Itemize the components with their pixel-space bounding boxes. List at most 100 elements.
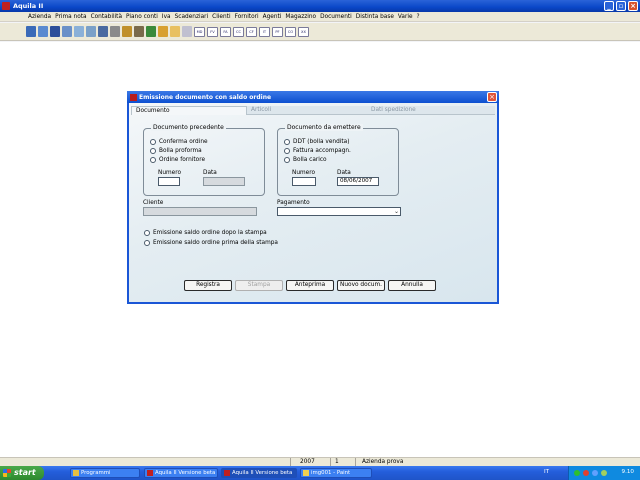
toolbar-cc-icon[interactable]: CC bbox=[233, 26, 244, 37]
clock: 9.10 bbox=[621, 469, 634, 475]
task-paint[interactable]: img001 - Paint bbox=[300, 468, 372, 478]
security-icon[interactable] bbox=[583, 470, 589, 476]
tab-dati-spedizione[interactable]: Dati spedizione bbox=[367, 106, 495, 115]
stampa-button: Stampa bbox=[235, 280, 283, 291]
prev-data-label: Data bbox=[203, 170, 217, 176]
toolbar-fv-icon[interactable]: FV bbox=[207, 26, 218, 37]
chevron-down-icon[interactable]: ⌄ bbox=[394, 208, 399, 215]
toolbar-fa-icon[interactable]: FA bbox=[220, 26, 231, 37]
task-programmi[interactable]: Programmi bbox=[70, 468, 140, 478]
emit-numero-input[interactable] bbox=[292, 177, 316, 186]
computer-icon[interactable] bbox=[26, 26, 36, 37]
tab-articoli[interactable]: Articoli bbox=[247, 106, 367, 115]
toolbar-co-icon[interactable]: CO bbox=[285, 26, 296, 37]
nuovo-documento-button[interactable]: Nuovo docum. bbox=[337, 280, 385, 291]
toolbar: MD FV FA CC CF IT PF CO XX bbox=[0, 23, 640, 41]
emit-data-input[interactable]: 08/06/2007 bbox=[337, 177, 379, 186]
menu-help[interactable]: ? bbox=[417, 14, 420, 20]
tag-icon[interactable] bbox=[134, 26, 144, 37]
dialog-close-button[interactable]: × bbox=[487, 92, 497, 102]
anteprima-button[interactable]: Anteprima bbox=[286, 280, 334, 291]
close-button[interactable]: × bbox=[628, 1, 638, 11]
toolbar-md-icon[interactable]: MD bbox=[194, 26, 205, 37]
dialog-body: Documento Articoli Dati spedizione Docum… bbox=[129, 103, 497, 302]
emit-document-label: Documento da emettere bbox=[285, 124, 363, 131]
task-aquila-2[interactable]: Aquila II Versione beta bbox=[221, 468, 297, 478]
package-icon[interactable] bbox=[170, 26, 180, 37]
emit-data-label: Data bbox=[337, 170, 351, 176]
folder-icon bbox=[73, 470, 79, 476]
menu-varie[interactable]: Varie bbox=[398, 14, 413, 20]
tab-bar: Documento Articoli Dati spedizione bbox=[131, 106, 495, 115]
start-button[interactable]: start bbox=[0, 466, 44, 480]
annulla-button[interactable]: Annulla bbox=[388, 280, 436, 291]
minimize-button[interactable]: _ bbox=[604, 1, 614, 11]
toolbar-cf-icon[interactable]: CF bbox=[246, 26, 257, 37]
menu-azienda[interactable]: Azienda bbox=[28, 14, 51, 20]
table-icon[interactable] bbox=[86, 26, 96, 37]
toolbar-it-icon[interactable]: IT bbox=[259, 26, 270, 37]
radio-ordine-fornitore[interactable]: Ordine fornitore bbox=[150, 157, 205, 163]
tab-documento[interactable]: Documento bbox=[131, 106, 247, 115]
windows-icon[interactable] bbox=[38, 26, 48, 37]
toolbar-pf-icon[interactable]: PF bbox=[272, 26, 283, 37]
radio-emissione-dopo-stampa[interactable]: Emissione saldo ordine dopo la stampa bbox=[144, 230, 267, 236]
windows-logo-icon bbox=[3, 469, 11, 477]
task-aquila-1[interactable]: Aquila II Versione beta bbox=[144, 468, 218, 478]
app-title: Aquila II bbox=[13, 2, 44, 10]
system-tray: 9.10 bbox=[568, 466, 640, 480]
edit-icon[interactable] bbox=[74, 26, 84, 37]
tools-icon[interactable] bbox=[110, 26, 120, 37]
menu-clienti[interactable]: Clienti bbox=[212, 14, 230, 20]
emission-dialog: Emissione documento con saldo ordine × D… bbox=[127, 91, 499, 304]
radio-ddt-bolla-vendita[interactable]: DDT (bolla vendita) bbox=[284, 139, 349, 145]
menu-distinta-base[interactable]: Distinta base bbox=[356, 14, 394, 20]
radio-emissione-prima-stampa[interactable]: Emissione saldo ordine prima della stamp… bbox=[144, 240, 278, 246]
app-icon bbox=[2, 2, 10, 10]
prev-numero-input[interactable] bbox=[158, 177, 180, 186]
radio-bolla-proforma[interactable]: Bolla proforma bbox=[150, 148, 202, 154]
volume-icon[interactable] bbox=[601, 470, 607, 476]
pagamento-select[interactable]: ⌄ bbox=[277, 207, 401, 216]
prev-numero-label: Numero bbox=[158, 170, 182, 176]
emit-document-group: Documento da emettere DDT (bolla vendita… bbox=[277, 124, 399, 196]
dialog-icon bbox=[130, 93, 137, 101]
prev-data-input bbox=[203, 177, 245, 186]
restore-button[interactable]: ▫ bbox=[616, 1, 626, 11]
paint-icon bbox=[303, 470, 309, 476]
folder-icon[interactable] bbox=[122, 26, 132, 37]
menu-bar: Azienda Prima nota Contabilità Piano con… bbox=[0, 12, 640, 22]
menu-scadenziari[interactable]: Scadenziari bbox=[175, 14, 209, 20]
menu-prima-nota[interactable]: Prima nota bbox=[55, 14, 86, 20]
taskbar: start Programmi Aquila II Versione beta … bbox=[0, 466, 640, 480]
document-icon[interactable] bbox=[182, 26, 192, 37]
prev-document-label: Documento precedente bbox=[151, 124, 226, 131]
dialog-button-row: Registra Stampa Anteprima Nuovo docum. A… bbox=[184, 280, 436, 291]
menu-agenti[interactable]: Agenti bbox=[263, 14, 282, 20]
network-icon[interactable] bbox=[574, 470, 580, 476]
radio-bolla-carico[interactable]: Bolla carico bbox=[284, 157, 327, 163]
registra-button[interactable]: Registra bbox=[184, 280, 232, 291]
book-icon[interactable] bbox=[98, 26, 108, 37]
calculator-icon[interactable] bbox=[50, 26, 60, 37]
prev-document-group: Documento precedente Conferma ordine Bol… bbox=[143, 124, 265, 196]
menu-piano-conti[interactable]: Piano conti bbox=[126, 14, 158, 20]
radio-fattura-accompagnatoria[interactable]: Fattura accompagn. bbox=[284, 148, 351, 154]
cliente-label: Cliente bbox=[143, 200, 164, 206]
menu-fornitori[interactable]: Fornitori bbox=[235, 14, 259, 20]
language-indicator[interactable]: IT bbox=[544, 469, 549, 475]
bluetooth-icon[interactable] bbox=[592, 470, 598, 476]
dialog-titlebar: Emissione documento con saldo ordine × bbox=[127, 91, 499, 103]
app-icon bbox=[224, 470, 230, 476]
menu-iva[interactable]: Iva bbox=[162, 14, 171, 20]
status-year: 2007 bbox=[300, 459, 315, 465]
grid-icon[interactable] bbox=[62, 26, 72, 37]
menu-contabilita[interactable]: Contabilità bbox=[91, 14, 122, 20]
people-icon[interactable] bbox=[146, 26, 156, 37]
box-icon[interactable] bbox=[158, 26, 168, 37]
menu-magazzino[interactable]: Magazzino bbox=[285, 14, 316, 20]
toolbar-xx-icon[interactable]: XX bbox=[298, 26, 309, 37]
app-icon bbox=[147, 470, 153, 476]
menu-documenti[interactable]: Documenti bbox=[320, 14, 352, 20]
radio-conferma-ordine[interactable]: Conferma ordine bbox=[150, 139, 208, 145]
